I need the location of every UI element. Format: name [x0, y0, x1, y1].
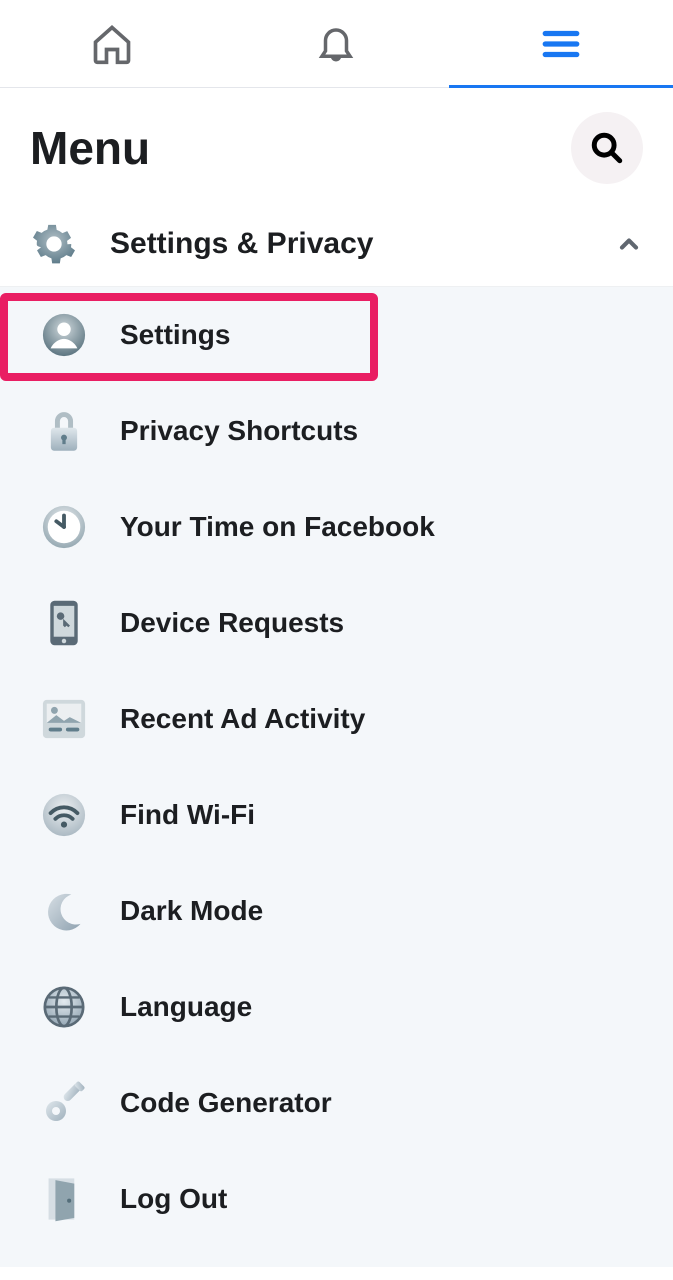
top-nav [0, 0, 673, 88]
section-settings-privacy[interactable]: Settings & Privacy [0, 202, 673, 287]
gear-icon [30, 220, 78, 268]
page-title: Menu [30, 121, 150, 175]
person-circle-icon [40, 311, 88, 359]
menu-item-code-generator[interactable]: Code Generator [0, 1055, 673, 1151]
menu-item-label: Settings [120, 319, 230, 351]
menu-item-label: Find Wi-Fi [120, 799, 255, 831]
search-icon [590, 131, 624, 165]
menu-item-recent-ad-activity[interactable]: Recent Ad Activity [0, 671, 673, 767]
menu-item-dark-mode[interactable]: Dark Mode [0, 863, 673, 959]
menu-item-find-wifi[interactable]: Find Wi-Fi [0, 767, 673, 863]
tab-home[interactable] [0, 0, 224, 87]
menu-item-label: Recent Ad Activity [120, 703, 365, 735]
menu-item-settings[interactable]: Settings [0, 287, 673, 383]
home-icon [88, 20, 136, 68]
menu-item-label: Log Out [120, 1183, 227, 1215]
menu-item-label: Device Requests [120, 607, 344, 639]
menu-item-label: Language [120, 991, 252, 1023]
menu-item-label: Your Time on Facebook [120, 511, 435, 543]
moon-icon [40, 887, 88, 935]
menu-item-your-time[interactable]: Your Time on Facebook [0, 479, 673, 575]
clock-icon [40, 503, 88, 551]
phone-key-icon [40, 599, 88, 647]
menu-item-privacy-shortcuts[interactable]: Privacy Shortcuts [0, 383, 673, 479]
menu-item-log-out[interactable]: Log Out [0, 1151, 673, 1247]
menu-item-label: Privacy Shortcuts [120, 415, 358, 447]
menu-item-device-requests[interactable]: Device Requests [0, 575, 673, 671]
chevron-up-icon [615, 230, 643, 258]
section-label: Settings & Privacy [110, 227, 583, 261]
wifi-icon [40, 791, 88, 839]
submenu: Settings Privacy Shortcuts Your Time on … [0, 287, 673, 1267]
image-card-icon [40, 695, 88, 743]
menu-item-language[interactable]: Language [0, 959, 673, 1055]
hamburger-icon [537, 20, 585, 68]
search-button[interactable] [571, 112, 643, 184]
menu-item-label: Dark Mode [120, 895, 263, 927]
page-header: Menu [0, 88, 673, 202]
tab-notifications[interactable] [224, 0, 448, 87]
globe-icon [40, 983, 88, 1031]
door-icon [40, 1175, 88, 1223]
bell-icon [312, 20, 360, 68]
key-icon [40, 1079, 88, 1127]
tab-menu[interactable] [449, 0, 673, 87]
menu-item-label: Code Generator [120, 1087, 332, 1119]
lock-icon [40, 407, 88, 455]
